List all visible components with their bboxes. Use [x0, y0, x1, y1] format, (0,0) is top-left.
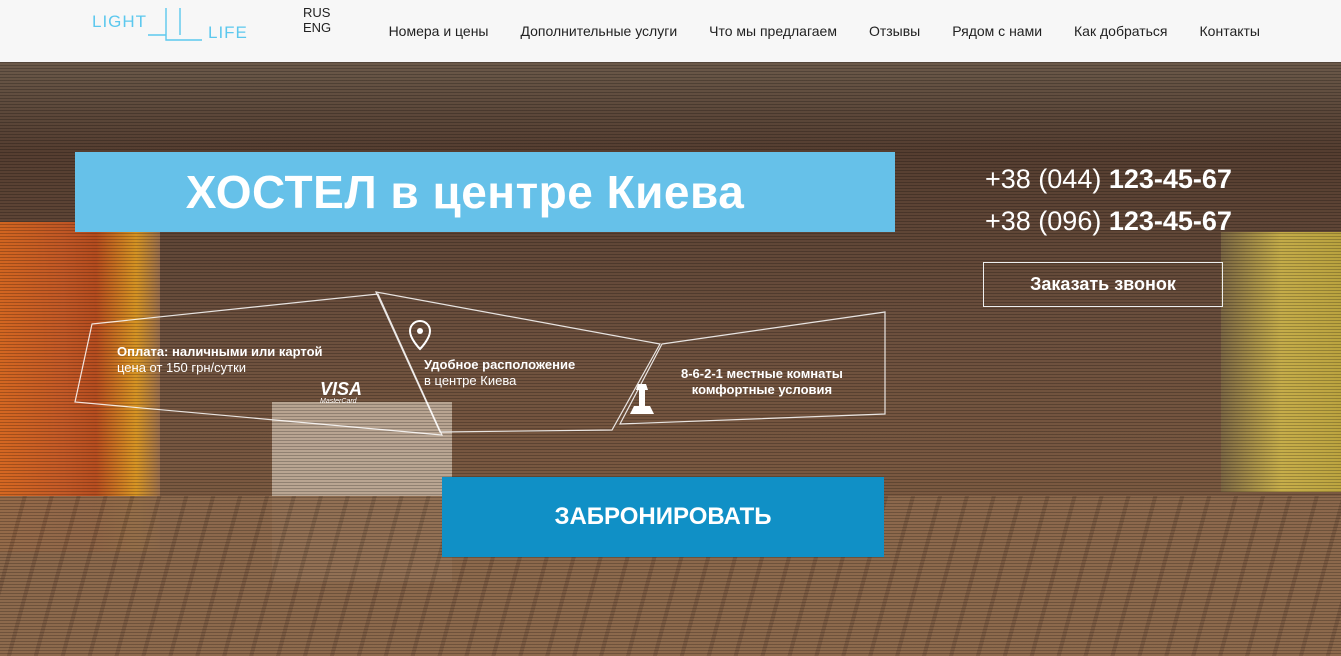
- nav-rooms-prices[interactable]: Номера и цены: [389, 23, 489, 39]
- book-now-button[interactable]: ЗАБРОНИРОВАТЬ: [442, 477, 884, 557]
- lang-eng[interactable]: ENG: [303, 20, 331, 35]
- nav-contacts[interactable]: Контакты: [1200, 23, 1260, 39]
- site-header: LIGHT LIFE RUS ENG Номера и цены Дополни…: [0, 0, 1341, 62]
- lang-rus[interactable]: RUS: [303, 5, 331, 20]
- nav-nearby[interactable]: Рядом с нами: [952, 23, 1042, 39]
- phone-numbers: +38 (044) 123-45-67 +38 (096) 123-45-67: [985, 158, 1232, 242]
- logo[interactable]: LIGHT LIFE: [92, 6, 252, 42]
- nav-extra-services[interactable]: Дополнительные услуги: [520, 23, 677, 39]
- nav-directions[interactable]: Как добраться: [1074, 23, 1167, 39]
- language-switcher: RUS ENG: [303, 5, 331, 35]
- hero-title: ХОСТЕЛ в центре Киева: [185, 166, 745, 218]
- logo-word-light: LIGHT: [92, 12, 148, 31]
- main-nav: Номера и цены Дополнительные услуги Что …: [389, 0, 1260, 62]
- hero-title-box: ХОСТЕЛ в центре Киева: [75, 152, 895, 232]
- logo-mark-icon: [148, 8, 202, 41]
- order-callback-button[interactable]: Заказать звонок: [983, 262, 1223, 307]
- nav-reviews[interactable]: Отзывы: [869, 23, 920, 39]
- phone-1[interactable]: +38 (044) 123-45-67: [985, 158, 1232, 200]
- hero-section: ХОСТЕЛ в центре Киева +38 (044) 123-45-6…: [0, 62, 1341, 656]
- logo-word-life: LIFE: [208, 23, 248, 42]
- nav-what-we-offer[interactable]: Что мы предлагаем: [709, 23, 837, 39]
- phone-2[interactable]: +38 (096) 123-45-67: [985, 200, 1232, 242]
